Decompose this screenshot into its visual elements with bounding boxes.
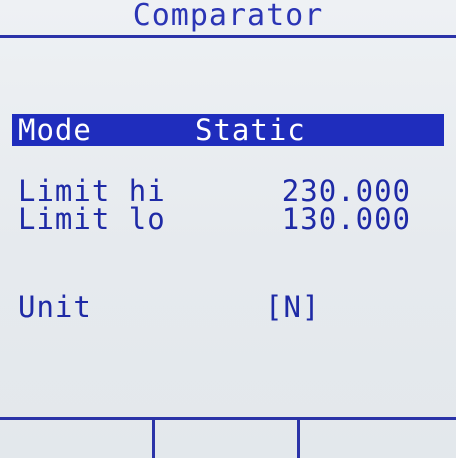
unit-label[interactable]: Unit bbox=[18, 292, 92, 322]
unit-value[interactable]: [N] bbox=[265, 292, 320, 322]
title-bar: Comparator bbox=[0, 0, 456, 38]
softkey-bar bbox=[0, 417, 456, 458]
softkey-2[interactable] bbox=[155, 420, 300, 458]
screen-title: Comparator bbox=[132, 0, 324, 33]
mode-menu-row[interactable]: Mode Static bbox=[12, 114, 444, 146]
softkey-3[interactable] bbox=[300, 420, 456, 458]
mode-label: Mode bbox=[18, 113, 92, 147]
softkey-1[interactable] bbox=[0, 420, 155, 458]
mode-value: Static bbox=[195, 113, 306, 147]
lcd-screen: Comparator Mode Static Limit hi 230.000 … bbox=[0, 0, 456, 458]
limit-lo-value[interactable]: 130.000 bbox=[282, 204, 411, 234]
limit-lo-label[interactable]: Limit lo bbox=[18, 204, 166, 234]
